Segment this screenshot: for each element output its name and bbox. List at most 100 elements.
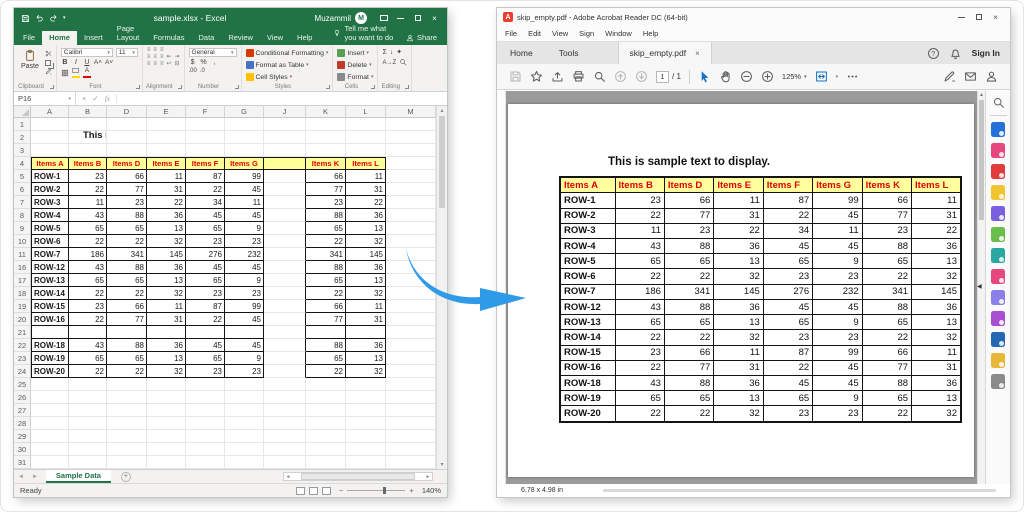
cell-M6[interactable] <box>386 183 436 196</box>
zoom-slider-thumb[interactable] <box>383 487 386 494</box>
cell-A23[interactable]: ROW-19 <box>31 352 69 365</box>
cell-G29[interactable] <box>225 430 264 443</box>
cell-A22[interactable]: ROW-18 <box>31 339 69 352</box>
zoom-out-icon[interactable] <box>740 70 753 83</box>
cell-D20[interactable]: 77 <box>107 313 147 326</box>
cell-D24[interactable]: 22 <box>107 365 147 378</box>
combine-files-icon[interactable] <box>991 206 1005 221</box>
cell-A20[interactable]: ROW-16 <box>31 313 69 326</box>
request-signatures-icon[interactable] <box>991 353 1005 368</box>
select-all-corner[interactable] <box>14 106 31 118</box>
cell-F8[interactable]: 45 <box>186 209 225 222</box>
column-header-K[interactable]: K <box>306 106 346 118</box>
styles-group-item-conditional-formatting[interactable]: Conditional Formatting▾ <box>246 48 329 58</box>
cell-M26[interactable] <box>386 391 436 404</box>
bold-button[interactable]: B <box>61 59 69 66</box>
cell-L2[interactable] <box>346 131 386 144</box>
cell-L4[interactable]: Items L <box>346 157 386 170</box>
cell-G28[interactable] <box>225 417 264 430</box>
cell-E25[interactable] <box>147 378 186 391</box>
increase-decimal-icon[interactable]: .00 <box>189 68 197 74</box>
cell-L5[interactable]: 11 <box>346 170 386 183</box>
column-header-E[interactable]: E <box>147 106 186 118</box>
cell-G31[interactable] <box>225 456 264 469</box>
row-header-7[interactable]: 7 <box>14 196 31 209</box>
cell-J8[interactable] <box>264 209 306 222</box>
column-header-G[interactable]: G <box>225 106 264 118</box>
cell-A28[interactable] <box>31 417 69 430</box>
cell-D30[interactable] <box>107 443 147 456</box>
fill-sign-icon[interactable] <box>943 70 956 83</box>
borders-grid-icon[interactable] <box>61 69 69 77</box>
cell-K31[interactable] <box>306 456 346 469</box>
column-header-M[interactable]: M <box>386 106 436 118</box>
cell-E24[interactable]: 32 <box>147 365 186 378</box>
horizontal-scrollbar[interactable]: ◄► <box>283 472 433 481</box>
ribbon-tab-review[interactable]: Review <box>221 31 260 45</box>
zoom-in-icon[interactable] <box>761 70 774 83</box>
cell-L30[interactable] <box>346 443 386 456</box>
align-middle-icon[interactable]: ≡ <box>153 55 157 60</box>
row-header-16[interactable]: 16 <box>14 261 31 274</box>
cell-D29[interactable] <box>107 430 147 443</box>
cell-J21[interactable] <box>264 326 306 339</box>
cell-F2[interactable] <box>186 131 225 144</box>
cell-D22[interactable]: 88 <box>107 339 147 352</box>
cell-A26[interactable] <box>31 391 69 404</box>
normal-view-icon[interactable] <box>296 487 305 495</box>
cell-G18[interactable]: 23 <box>225 287 264 300</box>
number-format-select[interactable]: General▾ <box>189 48 237 57</box>
cell-G24[interactable]: 23 <box>225 365 264 378</box>
cell-M21[interactable] <box>386 326 436 339</box>
row-header-9[interactable]: 9 <box>14 222 31 235</box>
cell-F17[interactable]: 65 <box>186 274 225 287</box>
scan-ocr-icon[interactable] <box>991 248 1005 263</box>
cell-A25[interactable] <box>31 378 69 391</box>
cell-F3[interactable] <box>186 144 225 157</box>
cell-E16[interactable]: 36 <box>147 261 186 274</box>
cell-L26[interactable] <box>346 391 386 404</box>
cell-F20[interactable]: 22 <box>186 313 225 326</box>
cell-A19[interactable]: ROW-15 <box>31 300 69 313</box>
cell-L6[interactable]: 31 <box>346 183 386 196</box>
cell-G23[interactable]: 9 <box>225 352 264 365</box>
cell-B30[interactable] <box>69 443 107 456</box>
cell-K20[interactable]: 77 <box>306 313 346 326</box>
font-color-icon[interactable]: A <box>83 68 91 80</box>
cells-group-dialog-launcher-icon[interactable] <box>371 85 375 89</box>
cell-F18[interactable]: 23 <box>186 287 225 300</box>
cell-B10[interactable]: 22 <box>69 235 107 248</box>
cell-L31[interactable] <box>346 456 386 469</box>
cell-B3[interactable] <box>69 144 107 157</box>
notifications-bell-icon[interactable] <box>949 47 962 60</box>
row-header-26[interactable]: 26 <box>14 391 31 404</box>
star-favorites-icon[interactable] <box>530 70 543 83</box>
cell-E19[interactable]: 11 <box>147 300 186 313</box>
cell-F25[interactable] <box>186 378 225 391</box>
align-top-icon[interactable]: ≡ <box>153 48 157 53</box>
zoom-slider-track[interactable] <box>347 490 405 491</box>
cell-L17[interactable]: 13 <box>346 274 386 287</box>
more-panel-tools-icon[interactable] <box>991 374 1005 389</box>
cell-J30[interactable] <box>264 443 306 456</box>
cell-A24[interactable]: ROW-20 <box>31 365 69 378</box>
cell-J22[interactable] <box>264 339 306 352</box>
cell-G5[interactable]: 99 <box>225 170 264 183</box>
cell-K16[interactable]: 88 <box>306 261 346 274</box>
cell-M2[interactable] <box>386 131 436 144</box>
cell-K9[interactable]: 65 <box>306 222 346 235</box>
cell-D26[interactable] <box>107 391 147 404</box>
cell-M3[interactable] <box>386 144 436 157</box>
excel-maximize-button[interactable] <box>409 11 426 25</box>
cell-A21[interactable] <box>31 326 69 339</box>
excel-close-button[interactable]: × <box>426 11 443 25</box>
row-header-28[interactable]: 28 <box>14 417 31 430</box>
row-header-30[interactable]: 30 <box>14 443 31 456</box>
cell-D5[interactable]: 66 <box>107 170 147 183</box>
cell-A8[interactable]: ROW-4 <box>31 209 69 222</box>
fit-width-icon[interactable] <box>815 70 828 83</box>
cell-F22[interactable]: 45 <box>186 339 225 352</box>
cell-F1[interactable] <box>186 118 225 131</box>
cell-B6[interactable]: 22 <box>69 183 107 196</box>
cell-B4[interactable]: Items B <box>69 157 107 170</box>
